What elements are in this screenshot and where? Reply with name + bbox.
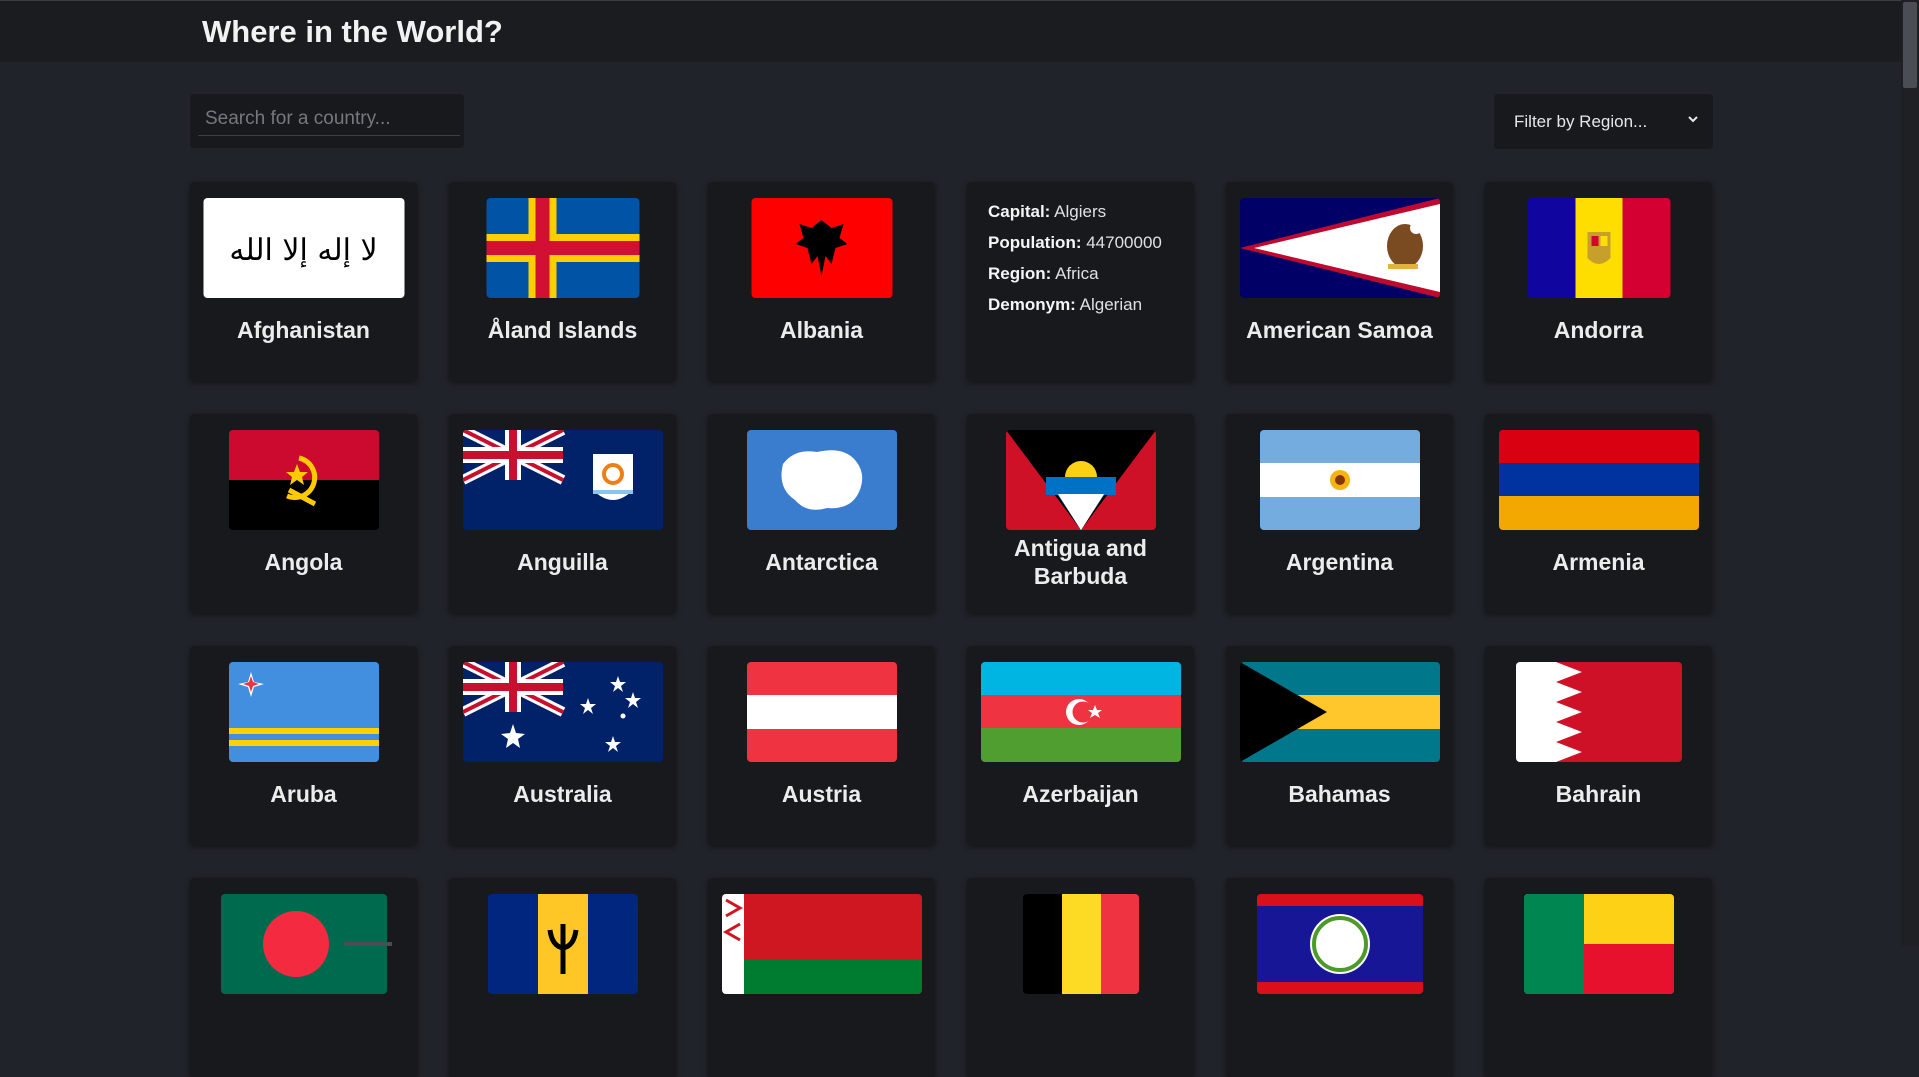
- country-card-algeria-details[interactable]: Capital: Algiers Population: 44700000 Re…: [967, 182, 1194, 381]
- aland-flag-icon: [486, 198, 639, 298]
- country-name: Aruba: [270, 781, 337, 807]
- country-card-azerbaijan[interactable]: Azerbaijan: [967, 646, 1194, 845]
- country-card-belgium[interactable]: [967, 878, 1194, 1077]
- country-name: Antarctica: [765, 549, 878, 575]
- page-scrollbar[interactable]: [1901, 0, 1919, 946]
- region-filter-select[interactable]: Filter by Region...: [1494, 94, 1713, 149]
- country-card-bahrain[interactable]: Bahrain: [1485, 646, 1712, 845]
- belarus-flag-icon: [721, 894, 922, 994]
- azerbaijan-flag-icon: [980, 662, 1181, 762]
- population-label: Population:: [988, 233, 1082, 252]
- scrollbar-thumb[interactable]: [1903, 2, 1917, 88]
- country-name: Argentina: [1285, 549, 1394, 575]
- anguilla-flag-icon: [462, 430, 663, 530]
- country-name: Andorra: [1553, 317, 1644, 343]
- country-card-albania[interactable]: Albania: [708, 182, 935, 381]
- search-box: [190, 94, 464, 148]
- country-card-barbados[interactable]: [449, 878, 676, 1077]
- country-card-bahamas[interactable]: Bahamas: [1226, 646, 1453, 845]
- population-value: 44700000: [1086, 233, 1162, 252]
- country-card-benin[interactable]: [1485, 878, 1712, 1077]
- demonym-value: Algerian: [1079, 295, 1143, 314]
- country-name: Antigua and Barbuda: [1014, 535, 1147, 589]
- region-label: Region:: [988, 264, 1052, 283]
- country-name: Bahrain: [1555, 781, 1642, 807]
- country-card-angola[interactable]: Angola: [190, 414, 417, 613]
- capital-value: Algiers: [1054, 202, 1107, 221]
- albania-flag-icon: [751, 198, 892, 298]
- country-card-aruba[interactable]: Aruba: [190, 646, 417, 845]
- country-card-belarus[interactable]: [708, 878, 935, 1077]
- belize-flag-icon: [1256, 894, 1423, 994]
- region-line: Region: Africa: [988, 264, 1099, 284]
- country-name: Afghanistan: [237, 317, 370, 343]
- country-name: American Samoa: [1246, 317, 1433, 343]
- austria-flag-icon: [746, 662, 897, 762]
- population-line: Population: 44700000: [988, 233, 1162, 253]
- country-card-australia[interactable]: Australia: [449, 646, 676, 845]
- country-card-antarctica[interactable]: Antarctica: [708, 414, 935, 613]
- app-title: Where in the World?: [202, 14, 503, 49]
- country-card-aland-islands[interactable]: Åland Islands: [449, 182, 676, 381]
- antigua-flag-icon: [1005, 430, 1156, 530]
- country-name: Albania: [779, 317, 864, 343]
- afghanistan-flag-icon: ﻻ إله إلا الله: [203, 198, 404, 298]
- argentina-flag-icon: [1259, 430, 1420, 530]
- country-card-bangladesh[interactable]: [190, 878, 417, 1077]
- country-card-american-samoa[interactable]: American Samoa: [1226, 182, 1453, 381]
- country-name: Åland Islands: [487, 317, 638, 343]
- demonym-line: Demonym: Algerian: [988, 295, 1142, 315]
- benin-flag-icon: [1523, 894, 1674, 994]
- country-name: Bahamas: [1288, 781, 1391, 807]
- capital-line: Capital: Algiers: [988, 202, 1106, 222]
- top-navbar: Where in the World?: [0, 0, 1901, 62]
- angola-flag-icon: [228, 430, 379, 530]
- american-samoa-flag-icon: [1239, 198, 1440, 298]
- country-name: Austria: [781, 781, 862, 807]
- svg-text:ﻻ إله إلا الله: ﻻ إله إلا الله: [229, 233, 377, 268]
- country-card-armenia[interactable]: Armenia: [1485, 414, 1712, 613]
- belgium-flag-icon: [1022, 894, 1139, 994]
- region-filter-label: Filter by Region...: [1514, 112, 1648, 131]
- country-card-afghanistan[interactable]: ﻻ إله إلا الله Afghanistan: [190, 182, 417, 381]
- demonym-label: Demonym:: [988, 295, 1076, 314]
- region-value: Africa: [1055, 264, 1099, 283]
- bahrain-flag-icon: [1515, 662, 1682, 762]
- aruba-flag-icon: [228, 662, 379, 762]
- country-name: Azerbaijan: [1022, 781, 1139, 807]
- country-card-belize[interactable]: [1226, 878, 1453, 1077]
- antarctica-flag-icon: [746, 430, 897, 530]
- country-name: Angola: [264, 549, 343, 575]
- country-card-antigua-and-barbuda[interactable]: Antigua and Barbuda: [967, 414, 1194, 613]
- andorra-flag-icon: [1527, 198, 1670, 298]
- country-name: Armenia: [1552, 549, 1645, 575]
- country-name: Australia: [513, 781, 612, 807]
- chevron-down-icon: [1686, 112, 1700, 126]
- australia-flag-icon: [462, 662, 663, 762]
- country-card-austria[interactable]: Austria: [708, 646, 935, 845]
- country-card-anguilla[interactable]: Anguilla: [449, 414, 676, 613]
- bahamas-flag-icon: [1239, 662, 1440, 762]
- country-card-argentina[interactable]: Argentina: [1226, 414, 1453, 613]
- country-name: Anguilla: [517, 549, 608, 575]
- barbados-flag-icon: [487, 894, 638, 994]
- capital-label: Capital:: [988, 202, 1051, 221]
- search-input[interactable]: [198, 103, 460, 136]
- armenia-flag-icon: [1498, 430, 1699, 530]
- country-card-andorra[interactable]: Andorra: [1485, 182, 1712, 381]
- horizontal-scroll-indicator: [344, 942, 392, 946]
